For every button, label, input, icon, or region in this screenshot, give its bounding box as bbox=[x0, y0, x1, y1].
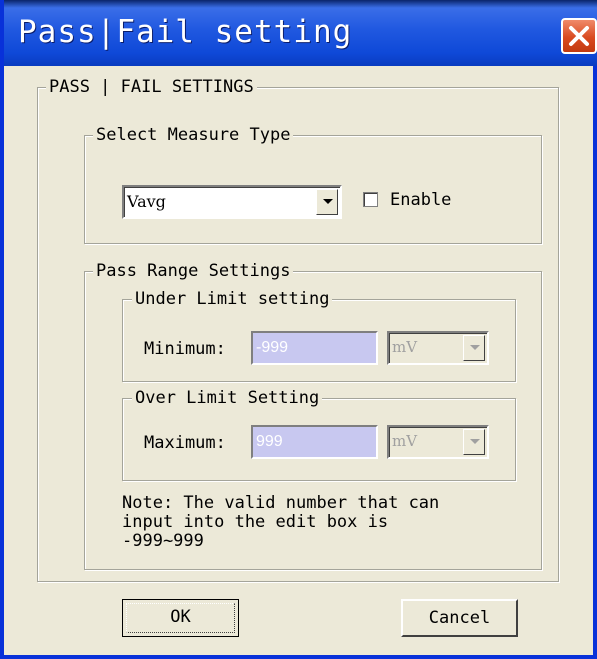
maximum-label: Maximum: bbox=[144, 433, 226, 453]
over-limit-label: Over Limit Setting bbox=[132, 388, 323, 408]
minimum-unit-value: mV bbox=[392, 338, 418, 356]
title-bar[interactable]: Pass|Fail setting bbox=[4, 0, 597, 66]
ok-button-label: OK bbox=[170, 607, 191, 627]
close-button[interactable] bbox=[561, 18, 597, 54]
maximum-input: 999 bbox=[251, 425, 378, 459]
minimum-value: -999 bbox=[256, 339, 289, 356]
measure-type-label: Select Measure Type bbox=[93, 125, 294, 145]
cancel-button[interactable]: Cancel bbox=[401, 599, 518, 637]
under-limit-label: Under Limit setting bbox=[132, 289, 333, 309]
minimum-label: Minimum: bbox=[144, 339, 226, 359]
ok-button[interactable]: OK bbox=[122, 599, 239, 637]
minimum-unit-dropdown-button bbox=[463, 335, 485, 361]
measure-type-select[interactable]: Vavg bbox=[122, 185, 342, 219]
window-title: Pass|Fail setting bbox=[18, 14, 353, 50]
measure-type-value: Vavg bbox=[127, 192, 166, 211]
minimum-unit-select: mV bbox=[387, 331, 489, 365]
pass-range-label: Pass Range Settings bbox=[93, 261, 294, 281]
dialog-window: Pass|Fail setting PASS | FAIL SETTINGS S… bbox=[0, 0, 597, 659]
maximum-unit-value: mV bbox=[392, 432, 418, 450]
maximum-unit-select: mV bbox=[387, 425, 489, 459]
valid-range-note: Note: The valid number that can input in… bbox=[122, 493, 440, 551]
maximum-value: 999 bbox=[256, 433, 283, 450]
enable-checkbox[interactable] bbox=[363, 192, 378, 207]
minimum-input: -999 bbox=[251, 331, 378, 365]
pass-fail-settings-label: PASS | FAIL SETTINGS bbox=[46, 77, 257, 97]
maximum-unit-dropdown-button bbox=[463, 429, 485, 455]
chevron-down-icon bbox=[470, 439, 480, 444]
chevron-down-icon bbox=[323, 199, 333, 204]
chevron-down-icon bbox=[470, 345, 480, 350]
close-icon bbox=[569, 26, 589, 46]
cancel-button-label: Cancel bbox=[428, 608, 491, 628]
measure-type-dropdown-button[interactable] bbox=[316, 189, 338, 215]
enable-label[interactable]: Enable bbox=[390, 190, 451, 210]
